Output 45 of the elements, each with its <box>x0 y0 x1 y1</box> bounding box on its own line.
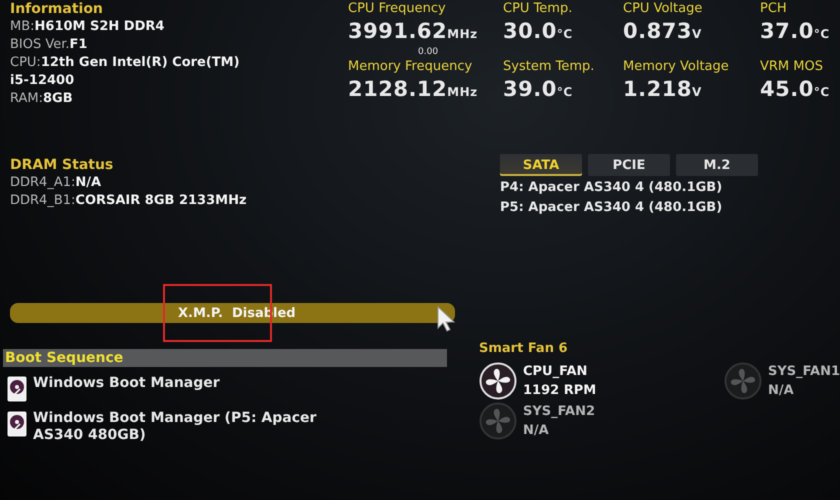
section-header: Boot Sequence <box>3 349 447 367</box>
dram-line: DDR4_B1:CORSAIR 8GB 2133MHz <box>10 192 248 210</box>
hard-drive-icon <box>7 411 27 437</box>
info-line: MB:H610M S2H DDR4 <box>10 18 166 36</box>
storage-tab[interactable]: SATA <box>500 154 582 176</box>
reading-value: 1.218V <box>623 76 703 103</box>
reading-label: PCH <box>760 0 788 18</box>
storage-device: P4: Apacer AS340 4 (480.1GB) <box>500 179 724 197</box>
reading-value: 3991.62 MHz <box>348 18 479 45</box>
info-line: CPU:12th Gen Intel(R) Core(TM) <box>10 54 241 72</box>
reading-value: 2128.12 MHz <box>348 76 479 103</box>
section-title: Information <box>10 0 104 18</box>
reading-label: VRM MOS <box>760 58 824 76</box>
boot-entry[interactable]: Windows Boot Manager (P5: Apacer AS340 480GB) <box>33 410 333 444</box>
info-line: i5-12400 <box>10 72 76 90</box>
fan-speed: N/A <box>768 382 795 400</box>
fan-speed: N/A <box>522 422 550 440</box>
reading-label: CPU Temp. <box>503 0 574 18</box>
reading-label: Memory Voltage <box>623 58 730 76</box>
reading-value: 39.0°C <box>503 76 574 103</box>
reading-label: CPU Frequency <box>348 0 447 18</box>
xmp-toggle[interactable]: X.M.P. Disabled <box>10 303 455 323</box>
info-line: BIOS Ver.F1 <box>10 36 88 54</box>
reading-value: 45.0°C <box>760 76 831 103</box>
reading-value: 30.0°C <box>503 18 574 45</box>
storage-tab[interactable]: M.2 <box>676 154 758 176</box>
mouse-cursor-icon <box>437 306 457 332</box>
reading-label: Memory Frequency <box>348 58 474 76</box>
reading-value: 37.0°C <box>760 18 831 45</box>
reading-value: 0.873V <box>623 18 703 45</box>
fan-speed: 1192 RPM <box>522 382 596 400</box>
storage-tab[interactable]: PCIE <box>588 154 670 176</box>
section-title: Smart Fan 6 <box>478 340 569 358</box>
reading-label: CPU Voltage <box>623 0 704 18</box>
info-line: RAM:8GB <box>10 90 74 108</box>
hard-drive-icon <box>7 376 27 402</box>
reading-sub-value: 0.00 <box>417 47 440 58</box>
boot-entry[interactable]: Windows Boot Manager <box>33 375 333 392</box>
storage-device: P5: Apacer AS340 4 (480.1GB) <box>500 199 724 217</box>
fan-name: SYS_FAN1 <box>768 363 840 381</box>
fan-name: SYS_FAN2 <box>522 403 595 421</box>
reading-label: System Temp. <box>503 58 596 76</box>
fan-name: CPU_FAN <box>522 363 588 381</box>
dram-line: DDR4_A1:N/A <box>10 174 102 192</box>
section-title: DRAM Status <box>10 156 114 174</box>
